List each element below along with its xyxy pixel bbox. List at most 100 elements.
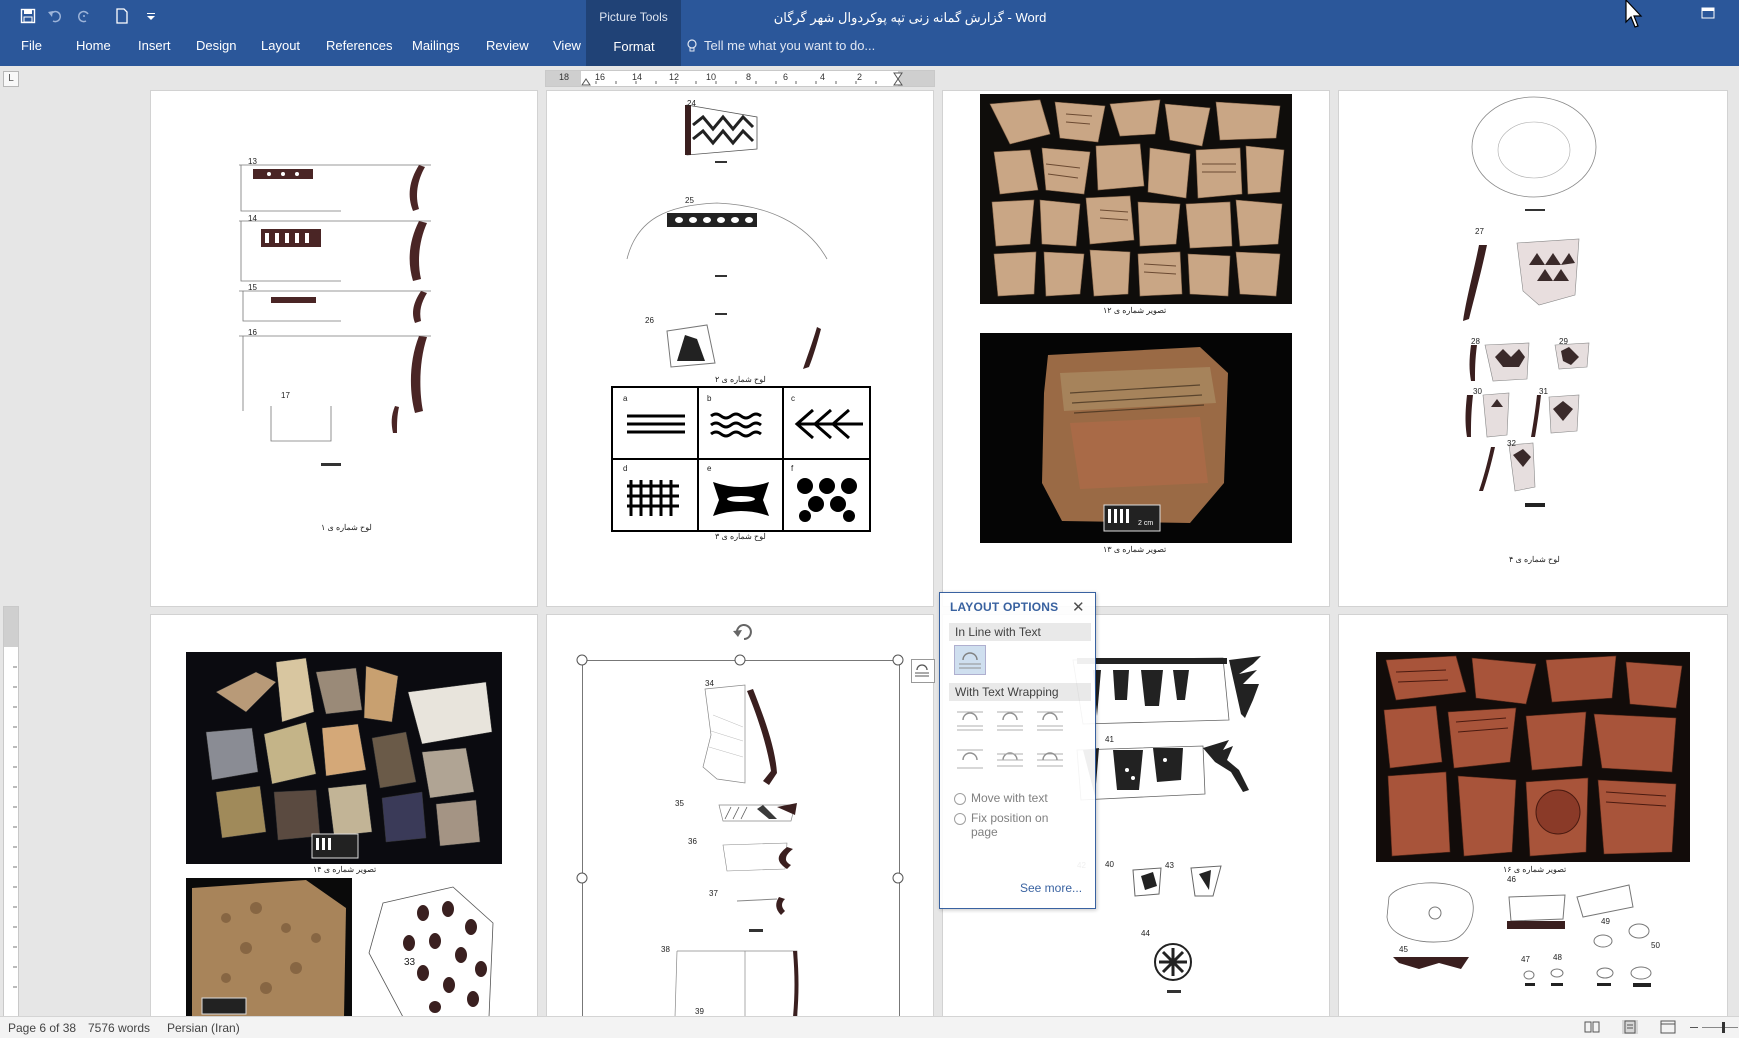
behind-text-option[interactable] — [994, 745, 1026, 775]
figure-number: 32 — [1507, 439, 1516, 448]
figure-number: 28 — [1471, 337, 1480, 346]
inline-with-text-option[interactable] — [954, 645, 986, 675]
square-wrap-option[interactable] — [954, 705, 986, 735]
ruler-label: 18 — [559, 72, 570, 82]
sherd-drawing — [368, 886, 494, 1016]
word-count[interactable]: 7576 words — [88, 1021, 150, 1035]
red-sherds-photo — [1376, 652, 1690, 862]
caption: لوح شماره ی ۱ — [321, 523, 372, 532]
zoom-out-icon[interactable] — [1690, 1027, 1698, 1028]
redo-icon[interactable] — [72, 6, 96, 26]
horizontal-ruler[interactable]: 18 16 14 12 10 8 6 4 2 — [545, 70, 935, 87]
figure-number: 16 — [248, 328, 257, 337]
figure-number: 17 — [281, 391, 290, 400]
close-icon[interactable]: ✕ — [1072, 598, 1085, 616]
lightbulb-icon — [687, 38, 697, 51]
motif-label: f — [791, 464, 794, 473]
tab-file[interactable]: File — [21, 38, 42, 53]
ribbon-display-options-icon[interactable] — [1700, 6, 1722, 26]
page-thumbnail[interactable]: تصویر شماره ی ۱۶ 45 46 47 48 49 50 — [1338, 614, 1728, 1016]
motif-patterns — [627, 408, 863, 522]
fix-position-radio[interactable]: Fix position on page — [954, 811, 1054, 839]
inline-section-header: In Line with Text — [949, 623, 1091, 641]
through-wrap-option[interactable] — [1034, 705, 1066, 735]
figure-number: 41 — [1105, 735, 1114, 744]
page-thumbnail[interactable]: تصویر شماره ی ۱۴ 33 — [150, 614, 538, 1016]
page-count[interactable]: Page 6 of 38 — [8, 1021, 76, 1035]
figure-number: 48 — [1553, 953, 1562, 962]
inline-wrap-icon — [959, 652, 981, 669]
tab-view[interactable]: View — [553, 38, 581, 53]
tab-selector[interactable]: L — [3, 71, 19, 87]
motif-label: d — [623, 464, 628, 473]
tight-wrap-icon — [997, 711, 1023, 731]
new-document-icon[interactable] — [110, 6, 134, 26]
tab-insert[interactable]: Insert — [138, 38, 171, 53]
tab-format[interactable]: Format — [590, 33, 678, 61]
figure-number: 15 — [248, 283, 257, 292]
resize-handles[interactable] — [576, 654, 907, 1016]
fix-position-label: Fix position on page — [971, 811, 1049, 839]
tight-wrap-option[interactable] — [994, 705, 1026, 735]
tell-me-box[interactable]: Tell me what you want to do... — [686, 38, 875, 53]
tab-design[interactable]: Design — [196, 38, 236, 53]
see-more-link[interactable]: See more... — [1020, 881, 1082, 895]
web-layout-icon[interactable] — [1660, 1020, 1676, 1034]
tab-review[interactable]: Review — [486, 38, 529, 53]
page-thumbnail[interactable]: 27 28 29 30 31 32 لوح شماره ی ۴ — [1338, 90, 1728, 607]
zoom-slider-thumb[interactable] — [1722, 1022, 1725, 1033]
tab-references[interactable]: References — [326, 38, 392, 53]
zoom-slider[interactable] — [1702, 1027, 1738, 1028]
tab-mailings[interactable]: Mailings — [412, 38, 460, 53]
figure-number: 25 — [685, 196, 694, 205]
language-indicator[interactable]: Persian (Iran) — [167, 1021, 240, 1035]
page-thumbnail[interactable]: 24 25 26 لوح شماره ی ۲ a b c d e f لوح ش… — [546, 90, 934, 607]
move-with-text-radio[interactable]: Move with text — [954, 791, 1048, 805]
figure-number: 24 — [687, 99, 696, 108]
customize-qat-icon[interactable] — [139, 6, 163, 26]
layout-options-button[interactable] — [911, 659, 935, 683]
tell-me-text: Tell me what you want to do... — [704, 38, 876, 53]
caption: لوح شماره ی ۴ — [1509, 555, 1560, 564]
page-thumbnail[interactable]: 34 35 36 37 38 39 — [546, 614, 935, 1016]
ruler-label: 2 — [857, 72, 863, 82]
layout-options-icon — [915, 664, 929, 677]
rotate-handle-icon[interactable] — [731, 619, 757, 645]
ruler-label: 4 — [820, 72, 826, 82]
tab-home[interactable]: Home — [76, 38, 111, 53]
ruler-label: 14 — [632, 72, 643, 82]
top-bottom-wrap-option[interactable] — [954, 745, 986, 775]
save-icon[interactable] — [16, 6, 40, 26]
read-mode-icon[interactable] — [1584, 1020, 1600, 1034]
page-thumbnail[interactable]: 13 14 15 16 17 لوح شماره ی ۱ — [150, 90, 538, 607]
sherds-photo — [980, 94, 1292, 304]
document-workspace[interactable]: L 18 16 14 12 10 8 6 4 2 13 14 15 16 17 … — [0, 66, 1739, 1016]
motif-label: c — [791, 394, 795, 403]
pottery-drawing — [626, 104, 828, 369]
undo-icon[interactable] — [43, 6, 67, 26]
pottery-drawing — [1386, 882, 1652, 987]
print-layout-icon[interactable] — [1622, 1020, 1638, 1034]
move-with-text-label: Move with text — [971, 791, 1048, 805]
motif-label: a — [623, 394, 628, 403]
top-bottom-wrap-icon — [957, 749, 983, 769]
figure-number: 31 — [1539, 387, 1548, 396]
ruler-label: 6 — [783, 72, 789, 82]
caption: تصویر شماره ی ۱۴ — [313, 865, 377, 874]
tab-layout[interactable]: Layout — [261, 38, 300, 53]
in-front-of-text-option[interactable] — [1034, 745, 1066, 775]
through-wrap-icon — [1037, 711, 1063, 731]
sherd-photo — [186, 878, 352, 1016]
window-title: گزارش گمانه زنی تپه پوکردوال شهر گرگان -… — [773, 10, 1047, 25]
figure-number: 14 — [248, 214, 257, 223]
figure-number: 26 — [645, 316, 654, 325]
vertical-ruler[interactable] — [3, 606, 19, 1016]
caption: لوح شماره ی ۲ — [715, 375, 766, 384]
picture-tools-label: Picture Tools — [599, 10, 668, 24]
caption: تصویر شماره ی ۱۲ — [1103, 306, 1167, 315]
page-thumbnail[interactable]: تصویر شماره ی ۱۲ 2 cm تصویر شماره ی ۱۳ — [942, 90, 1330, 607]
figure-number: 33 — [404, 957, 416, 968]
figure-number: 29 — [1559, 337, 1568, 346]
figure-number: 40 — [1105, 860, 1114, 869]
figure-number: 46 — [1507, 875, 1516, 884]
